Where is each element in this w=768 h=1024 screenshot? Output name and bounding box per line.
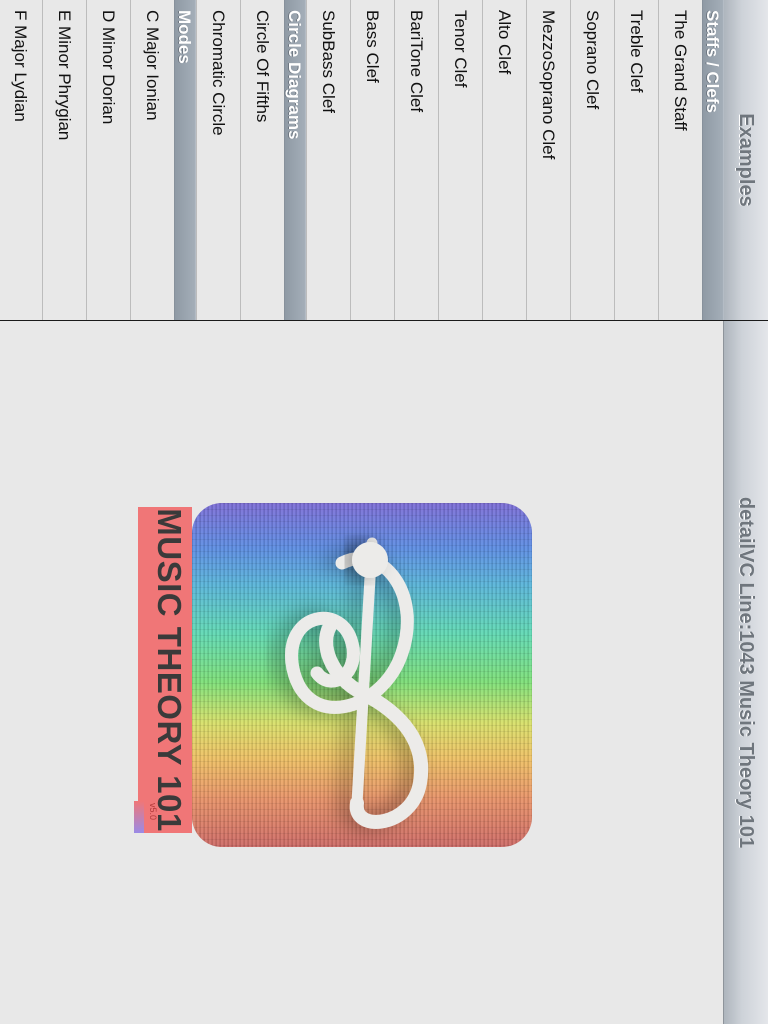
list-item-e-minor-phrygian[interactable]: E Minor Phrygian [42,0,86,320]
list-item-bass-clef[interactable]: Bass Clef [350,0,394,320]
master-panel: Examples Staffs / Clefs The Grand Staff … [0,0,768,320]
detail-panel: detailVC Line:1043 Music Theory 101 MUSI… [0,321,768,1024]
treble-clef-icon [285,537,429,829]
title-banner: MUSIC THEORY 101 [138,507,192,833]
list-item-subbass-clef[interactable]: SubBass Clef [306,0,350,320]
list-item-soprano-clef[interactable]: Soprano Clef [570,0,614,320]
list-item-treble-clef[interactable]: Treble Clef [614,0,658,320]
list-item-alto-clef[interactable]: Alto Clef [482,0,526,320]
version-tab [134,801,144,833]
detail-navbar: detailVC Line:1043 Music Theory 101 [723,321,768,1024]
version-label: v5.0 [148,803,158,821]
master-title: Examples [735,113,758,207]
list-item-tenor-clef[interactable]: Tenor Clef [438,0,482,320]
examples-list[interactable]: Staffs / Clefs The Grand Staff Treble Cl… [0,0,724,320]
master-navbar: Examples [723,0,768,320]
logo-text: MUSIC THEORY 101 [151,508,188,832]
detail-title: detailVC Line:1043 Music Theory 101 [735,496,758,849]
list-item-chromatic-circle[interactable]: Chromatic Circle [196,0,240,320]
section-header-circle-diagrams: Circle Diagrams [284,0,306,320]
list-item-f-major-lydian[interactable]: F Major Lydian [0,0,42,320]
section-header-staffs: Staffs / Clefs [702,0,724,320]
list-item-circle-of-fifths[interactable]: Circle Of Fifths [240,0,284,320]
logo-tile [192,503,532,847]
list-item-c-major-ionian[interactable]: C Major Ionian [130,0,174,320]
list-item-baritone-clef[interactable]: BariTone Clef [394,0,438,320]
list-item-mezzosoprano-clef[interactable]: MezzoSoprano Clef [526,0,570,320]
list-item-d-minor-dorian[interactable]: D Minor Dorian [86,0,130,320]
section-header-modes: Modes [174,0,196,320]
screen: Examples Staffs / Clefs The Grand Staff … [0,0,768,1024]
list-item-grand-staff[interactable]: The Grand Staff [658,0,702,320]
app-window: Examples Staffs / Clefs The Grand Staff … [0,0,768,1024]
app-logo: MUSIC THEORY 101 v5.0 [134,503,532,847]
